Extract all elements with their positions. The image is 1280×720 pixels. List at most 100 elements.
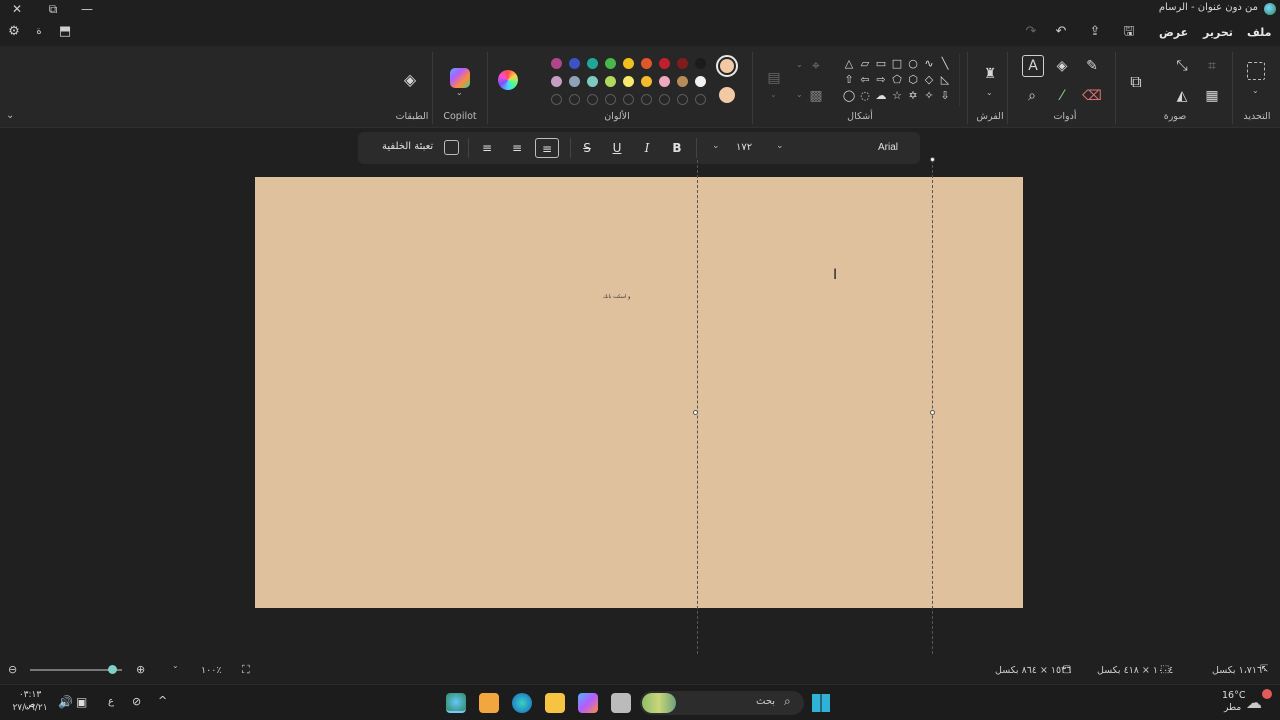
oval-shape-icon[interactable]: ○ <box>906 57 920 71</box>
chevron-down-icon[interactable]: ⌄ <box>770 90 777 99</box>
primary-color-button[interactable] <box>716 55 738 77</box>
custom-color-slot[interactable] <box>587 94 598 105</box>
ribbon-collapse-chevron-icon[interactable]: ⌄ <box>6 110 14 121</box>
menu-file[interactable]: ملف <box>1247 26 1271 39</box>
windows-start-icon[interactable] <box>812 694 830 712</box>
star-six-shape-icon[interactable]: ✡ <box>906 89 920 103</box>
color-picker-icon[interactable]: ⁄ <box>1052 86 1072 106</box>
resize-icon[interactable]: ⤡ <box>1172 56 1192 76</box>
pentagon-shape-icon[interactable]: ⬠ <box>890 73 904 87</box>
color-swatch[interactable] <box>677 58 688 69</box>
star-five-shape-icon[interactable]: ☆ <box>890 89 904 103</box>
secondary-color-button[interactable] <box>719 87 735 103</box>
settings-gear-icon[interactable]: ⚙ <box>5 23 23 41</box>
copilot-taskbar-icon[interactable] <box>578 693 598 713</box>
bold-button[interactable]: B <box>666 138 688 158</box>
color-swatch[interactable] <box>641 76 652 87</box>
redo-icon[interactable]: ↷ <box>1022 23 1040 41</box>
layers-icon[interactable]: ◈ <box>400 70 420 90</box>
chevron-down-icon[interactable]: ⌄ <box>172 661 179 670</box>
custom-color-slot[interactable] <box>659 94 670 105</box>
brush-icon[interactable]: ♜ <box>980 64 1000 84</box>
drawing-canvas[interactable]: ﻭ ﺍﺳﻜﺖ ﺑﺎﻧﻚ I <box>255 177 1023 608</box>
custom-color-slot[interactable] <box>677 94 688 105</box>
share-icon[interactable]: ⇪ <box>1086 23 1104 41</box>
square-shape-icon[interactable]: □ <box>890 57 904 71</box>
custom-color-slot[interactable] <box>605 94 616 105</box>
selection-icon[interactable] <box>1247 62 1265 80</box>
italic-button[interactable]: I <box>636 138 658 158</box>
paint-taskbar-icon[interactable] <box>446 693 466 713</box>
chevron-down-icon[interactable]: ⌄ <box>1252 86 1259 95</box>
right-triangle-shape-icon[interactable]: ◺ <box>938 73 952 87</box>
left-arrow-shape-icon[interactable]: ⇦ <box>858 73 872 87</box>
color-swatch[interactable] <box>551 76 562 87</box>
color-swatch[interactable] <box>695 76 706 87</box>
chevron-down-icon[interactable]: ⌄ <box>796 60 803 69</box>
eraser-icon[interactable]: ⌫ <box>1082 86 1102 106</box>
store-taskbar-icon[interactable] <box>479 693 499 713</box>
color-swatch[interactable] <box>605 58 616 69</box>
rotate-icon[interactable]: ◭ <box>1172 86 1192 106</box>
color-swatch[interactable] <box>623 76 634 87</box>
copilot-icon[interactable] <box>450 68 470 88</box>
parallelogram-shape-icon[interactable]: ▱ <box>858 57 872 71</box>
chevron-down-icon[interactable]: ⌄ <box>986 88 993 97</box>
menu-edit[interactable]: تحرير <box>1203 26 1233 39</box>
color-swatch[interactable] <box>623 58 634 69</box>
color-swatch[interactable] <box>641 58 652 69</box>
volume-icon[interactable]: 🔊 <box>58 695 73 709</box>
fill-bucket-icon[interactable]: ◈ <box>1052 56 1072 76</box>
up-arrow-shape-icon[interactable]: ⇧ <box>842 73 856 87</box>
color-swatch[interactable] <box>659 76 670 87</box>
align-right-icon[interactable]: ≡ <box>476 138 498 158</box>
color-swatch[interactable] <box>695 58 706 69</box>
hexagon-shape-icon[interactable]: ⬡ <box>906 73 920 87</box>
resize-handle[interactable] <box>930 410 935 415</box>
zoom-in-icon[interactable]: ⊕ <box>136 663 145 676</box>
underline-button[interactable]: U <box>606 138 628 158</box>
zoom-level[interactable]: ١٠٠٪ <box>201 665 221 676</box>
fit-to-window-icon[interactable]: ⛶ <box>242 663 250 677</box>
edge-taskbar-icon[interactable] <box>512 693 532 713</box>
minimize-button[interactable]: — <box>78 1 96 17</box>
color-swatch[interactable] <box>587 58 598 69</box>
shape-style-icon[interactable]: ▤ <box>764 68 784 88</box>
strikethrough-button[interactable]: S <box>576 138 598 158</box>
custom-color-slot[interactable] <box>569 94 580 105</box>
edit-colors-icon[interactable] <box>498 70 518 90</box>
task-view-taskbar-icon[interactable] <box>611 693 631 713</box>
magnifier-icon[interactable]: ⌕ <box>1022 86 1042 106</box>
account-icon[interactable]: ة <box>30 23 48 41</box>
curve-shape-icon[interactable]: ∿ <box>922 57 936 71</box>
pencil-icon[interactable]: ✎ <box>1082 56 1102 76</box>
file-explorer-taskbar-icon[interactable] <box>545 693 565 713</box>
diamond-shape-icon[interactable]: ◇ <box>922 73 936 87</box>
menu-view[interactable]: عرض <box>1159 26 1188 39</box>
resize-handle[interactable] <box>693 410 698 415</box>
line-shape-icon[interactable]: ╲ <box>938 57 952 71</box>
save-icon[interactable]: 🖫 <box>1120 23 1138 41</box>
round-callout-shape-icon[interactable]: ◌ <box>858 89 872 103</box>
cloud-callout-shape-icon[interactable]: ☁ <box>874 89 888 103</box>
star-four-shape-icon[interactable]: ✧ <box>922 89 936 103</box>
restore-button[interactable]: ⧉ <box>44 1 62 17</box>
color-swatch[interactable] <box>569 76 580 87</box>
color-swatch[interactable] <box>677 76 688 87</box>
input-language[interactable]: ع <box>108 696 114 707</box>
font-family-dropdown[interactable]: ⌄ Arial <box>766 138 910 158</box>
rectangle-shape-icon[interactable]: ▭ <box>874 57 888 71</box>
color-swatch[interactable] <box>569 58 580 69</box>
down-arrow-shape-icon[interactable]: ⇩ <box>938 89 952 103</box>
align-center-icon[interactable]: ≡ <box>506 138 528 158</box>
weather-rain-icon[interactable]: ☁ <box>1246 693 1262 712</box>
image-generator-icon[interactable]: ⧉ <box>1126 72 1146 92</box>
undo-icon[interactable]: ↶ <box>1052 23 1070 41</box>
color-swatch[interactable] <box>551 58 562 69</box>
close-button[interactable]: ✕ <box>8 1 26 17</box>
custom-color-slot[interactable] <box>641 94 652 105</box>
font-size-dropdown[interactable]: ⌄ ١٧٢ <box>706 138 756 158</box>
chevron-down-icon[interactable]: ⌄ <box>456 88 463 97</box>
weather-temperature[interactable]: 16°C <box>1222 690 1245 701</box>
shape-outline-icon[interactable]: ⌖ <box>806 56 826 76</box>
